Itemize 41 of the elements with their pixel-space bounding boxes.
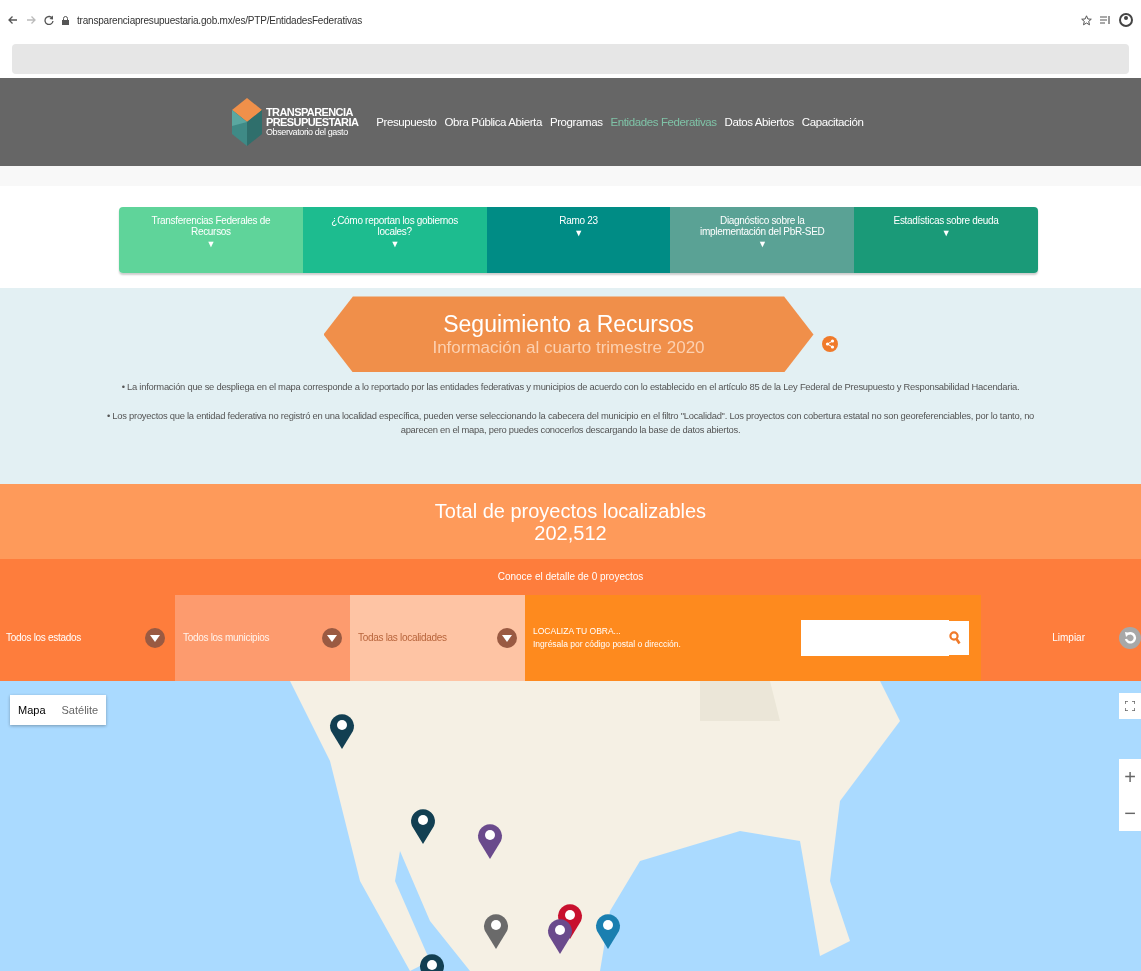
- section-tab[interactable]: Estadísticas sobre deuda ▼: [854, 206, 1038, 274]
- detail-text: Conoce el detalle de 0 proyectos: [497, 571, 644, 583]
- search-field[interactable]: [801, 620, 969, 655]
- logo-text: TRANSPARENCIA: [266, 107, 354, 118]
- logo-text: PRESUPUESTARIA: [266, 117, 359, 128]
- caret-icon: [322, 627, 342, 648]
- banner-subtitle: Información al cuarto trimestre 2020: [432, 337, 705, 358]
- nav-link[interactable]: Presupuesto: [376, 115, 437, 128]
- nav-link[interactable]: Capacitación: [801, 115, 864, 128]
- logo-icon: [232, 97, 262, 146]
- nav-link[interactable]: Datos Abiertos: [724, 115, 794, 128]
- section-tab[interactable]: Ramo 23 ▼: [486, 206, 671, 274]
- fullscreen-icon: [1125, 701, 1135, 711]
- locate-title: LOCALIZA TU OBRA...: [533, 625, 622, 638]
- map-type-button[interactable]: Mapa: [10, 695, 54, 725]
- total-value: 202,512: [534, 521, 607, 544]
- address-bar[interactable]: transparenciapresupuestaria.gob.mx/es/PTP/EntidadesFederativas: [77, 14, 362, 26]
- nav-link[interactable]: Obra Pública Abierta: [444, 115, 542, 128]
- filter-dropdown[interactable]: Todas las localidades: [350, 594, 525, 681]
- locate-hint: Ingrésala por código postal o dirección.: [533, 637, 682, 651]
- info-note: • La información que se despliega en el mapa corresponde a lo reportado por las entidades federativas y municipios de acuerdo con lo establecido en el artículo 85 de la Ley Federal de Presupuesto y Responsabilidad Hacendaria.: [121, 380, 1020, 395]
- logo-text: Observatorio del gasto: [266, 127, 349, 137]
- reset-icon[interactable]: [1119, 626, 1141, 649]
- caret-icon: [145, 627, 165, 648]
- nav-link[interactable]: Programas: [549, 115, 603, 128]
- info-note: • Los proyectos que la entidad federativa no registró en una localidad específica, pueden verse seleccionando la cabecera del municipio en el filtro "Localidad". Los proyectos con cobertura estatal no son georeferenciables, por lo tanto, no aparecen en el mapa, pero puedes conocerlos descargando la base de datos abiertos.: [105, 408, 1036, 437]
- banner-title: Seguimiento a Recursos: [443, 310, 694, 338]
- total-label: Total de proyectos localizables: [434, 499, 707, 522]
- caret-icon: [497, 627, 517, 648]
- forward-icon[interactable]: [26, 15, 36, 25]
- reading-list-icon[interactable]: [1100, 15, 1111, 25]
- back-icon[interactable]: [8, 15, 18, 25]
- map-type-button[interactable]: Satélite: [53, 695, 107, 725]
- share-icon[interactable]: [821, 336, 838, 353]
- section-tab[interactable]: Diagnóstico sobre la implementación del PbR-SED ▼: [670, 206, 855, 274]
- lock-icon: [62, 15, 69, 25]
- profile-icon[interactable]: [1119, 12, 1133, 28]
- search-icon[interactable]: [949, 630, 961, 645]
- reload-icon[interactable]: [44, 15, 54, 25]
- star-icon[interactable]: [1081, 14, 1092, 26]
- fullscreen-button[interactable]: [1119, 693, 1141, 719]
